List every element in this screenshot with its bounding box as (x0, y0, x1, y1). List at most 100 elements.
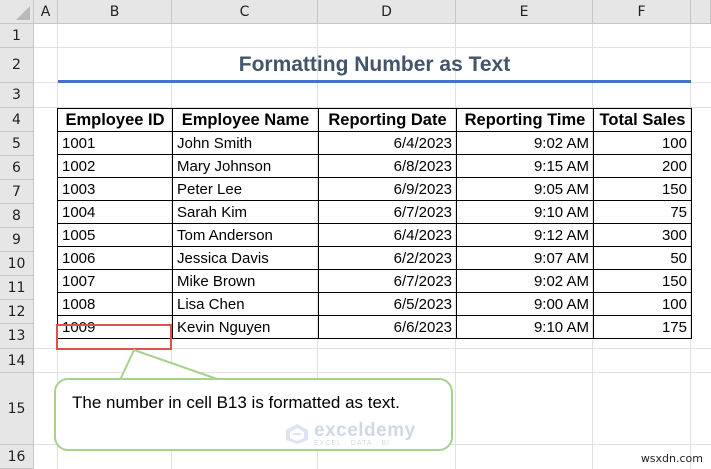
row-header-5[interactable]: 5 (0, 132, 34, 156)
cell-employee-name[interactable]: Mary Johnson (172, 154, 319, 178)
row-header-11[interactable]: 11 (0, 276, 34, 300)
cell-reporting-time[interactable]: 9:02 AM (456, 131, 594, 155)
row-header-1[interactable]: 1 (0, 24, 34, 48)
cell-reporting-time[interactable]: 9:15 AM (456, 154, 594, 178)
cell-total-sales[interactable]: 50 (593, 246, 692, 270)
table-row: 1006 Jessica Davis 6/2/2023 9:07 AM 50 (57, 246, 692, 270)
row-label: 12 (7, 303, 26, 320)
row-label: 1 (12, 27, 21, 44)
gridline (34, 348, 711, 349)
row-label: 8 (12, 207, 21, 224)
cell-reporting-date[interactable]: 6/2/2023 (318, 246, 457, 270)
column-header-d[interactable]: D (318, 0, 456, 24)
cell-total-sales[interactable]: 100 (593, 131, 692, 155)
cell-total-sales[interactable]: 100 (593, 292, 692, 316)
cell-employee-id[interactable]: 1005 (57, 223, 173, 247)
column-label: E (519, 3, 529, 20)
row-header-2[interactable]: 2 (0, 48, 34, 83)
cell-reporting-date[interactable]: 6/7/2023 (318, 200, 457, 224)
cell-employee-name[interactable]: Mike Brown (172, 269, 319, 293)
spreadsheet: A B C D E F 1 2 3 4 5 6 7 8 9 10 11 12 1… (0, 0, 711, 469)
cell-employee-id[interactable]: 1001 (57, 131, 173, 155)
cell-reporting-time[interactable]: 9:10 AM (456, 200, 594, 224)
cell-employee-id[interactable]: 1008 (57, 292, 173, 316)
title-underline (58, 80, 691, 83)
row-header-16[interactable]: 16 (0, 445, 34, 469)
row-label: 10 (7, 255, 26, 272)
column-header-f[interactable]: F (593, 0, 691, 24)
row-header-9[interactable]: 9 (0, 228, 34, 252)
row-label: 7 (12, 183, 21, 200)
cell-reporting-date[interactable]: 6/9/2023 (318, 177, 457, 201)
table-row: 1003 Peter Lee 6/9/2023 9:05 AM 150 (57, 177, 692, 201)
callout-text: The number in cell B13 is formatted as t… (72, 393, 400, 412)
row-header-3[interactable]: 3 (0, 83, 34, 108)
column-header-c[interactable]: C (172, 0, 318, 24)
column-label: B (109, 3, 120, 20)
cell-total-sales[interactable]: 75 (593, 200, 692, 224)
row-label: 5 (12, 135, 21, 152)
cell-reporting-time[interactable]: 9:07 AM (456, 246, 594, 270)
cell-employee-name[interactable]: Sarah Kim (172, 200, 319, 224)
row-label: 11 (7, 279, 26, 296)
cell-employee-id[interactable]: 1006 (57, 246, 173, 270)
row-header-4[interactable]: 4 (0, 108, 34, 132)
cell-employee-name[interactable]: John Smith (172, 131, 319, 155)
column-header-g[interactable] (691, 0, 711, 24)
row-label: 4 (12, 111, 21, 128)
cell-reporting-time[interactable]: 9:02 AM (456, 269, 594, 293)
column-header-a[interactable]: A (34, 0, 58, 24)
cell-reporting-time[interactable]: 9:10 AM (456, 315, 594, 339)
cell-b13[interactable]: 1009 (57, 315, 173, 339)
table-row: 1009 Kevin Nguyen 6/6/2023 9:10 AM 175 (57, 315, 692, 339)
cell-reporting-date[interactable]: 6/8/2023 (318, 154, 457, 178)
row-header-14[interactable]: 14 (0, 349, 34, 373)
exceldemy-watermark: exceldemy EXCEL · DATA · BI (284, 420, 416, 447)
row-header-8[interactable]: 8 (0, 204, 34, 228)
cell-total-sales[interactable]: 150 (593, 177, 692, 201)
cell-employee-id[interactable]: 1004 (57, 200, 173, 224)
row-label: 16 (7, 448, 26, 465)
cell-reporting-date[interactable]: 6/7/2023 (318, 269, 457, 293)
header-reporting-date[interactable]: Reporting Date (318, 108, 457, 132)
corner-watermark: wsxdn.com (640, 452, 703, 465)
cell-reporting-time[interactable]: 9:00 AM (456, 292, 594, 316)
cell-employee-id[interactable]: 1007 (57, 269, 173, 293)
cell-reporting-date[interactable]: 6/6/2023 (318, 315, 457, 339)
column-header-e[interactable]: E (456, 0, 593, 24)
cell-employee-name[interactable]: Kevin Nguyen (172, 315, 319, 339)
cell-total-sales[interactable]: 150 (593, 269, 692, 293)
sheet-title[interactable]: Formatting Number as Text (58, 48, 691, 82)
row-header-15[interactable]: 15 (0, 373, 34, 445)
column-header-b[interactable]: B (58, 0, 172, 24)
header-employee-id[interactable]: Employee ID (57, 108, 173, 132)
cell-reporting-time[interactable]: 9:05 AM (456, 177, 594, 201)
cell-employee-name[interactable]: Peter Lee (172, 177, 319, 201)
row-label: 6 (12, 159, 21, 176)
cell-reporting-date[interactable]: 6/5/2023 (318, 292, 457, 316)
cell-reporting-date[interactable]: 6/4/2023 (318, 131, 457, 155)
row-header-12[interactable]: 12 (0, 300, 34, 324)
row-header-6[interactable]: 6 (0, 156, 34, 180)
cell-total-sales[interactable]: 300 (593, 223, 692, 247)
header-employee-name[interactable]: Employee Name (172, 108, 319, 132)
row-header-10[interactable]: 10 (0, 252, 34, 276)
row-header-7[interactable]: 7 (0, 180, 34, 204)
cell-employee-name[interactable]: Lisa Chen (172, 292, 319, 316)
table-row: 1008 Lisa Chen 6/5/2023 9:00 AM 100 (57, 292, 692, 316)
column-label: D (381, 3, 392, 20)
row-label: 15 (7, 400, 26, 417)
column-label: C (239, 3, 250, 20)
select-all-corner[interactable] (0, 0, 34, 24)
cell-employee-id[interactable]: 1003 (57, 177, 173, 201)
header-total-sales[interactable]: Total Sales (593, 108, 692, 132)
cell-employee-id[interactable]: 1002 (57, 154, 173, 178)
cell-reporting-time[interactable]: 9:12 AM (456, 223, 594, 247)
cell-total-sales[interactable]: 175 (593, 315, 692, 339)
header-reporting-time[interactable]: Reporting Time (456, 108, 594, 132)
cell-employee-name[interactable]: Jessica Davis (172, 246, 319, 270)
cell-total-sales[interactable]: 200 (593, 154, 692, 178)
cell-reporting-date[interactable]: 6/4/2023 (318, 223, 457, 247)
cell-employee-name[interactable]: Tom Anderson (172, 223, 319, 247)
row-header-13[interactable]: 13 (0, 324, 34, 349)
